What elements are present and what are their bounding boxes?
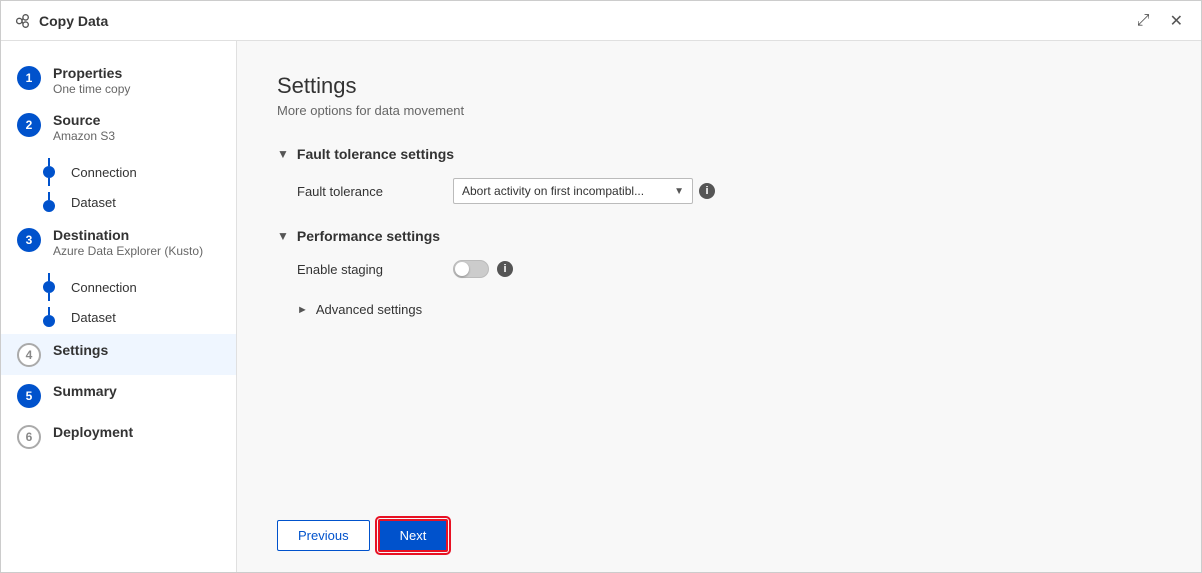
panel-footer: Previous Next bbox=[277, 503, 1161, 552]
step-2-label: Source bbox=[53, 112, 115, 128]
step-1-label: Properties bbox=[53, 65, 130, 81]
close-button[interactable]: ✕ bbox=[1164, 9, 1189, 33]
step-4-label: Settings bbox=[53, 342, 108, 358]
fault-tolerance-select-container: Abort activity on first incompatibl... ▼… bbox=[453, 178, 715, 204]
copy-data-window: Copy Data ⤢ ✕ 1 Properties One time copy… bbox=[0, 0, 1202, 573]
title-bar: Copy Data ⤢ ✕ bbox=[1, 1, 1201, 41]
source-connection-row[interactable]: Connection bbox=[37, 155, 236, 189]
fault-tolerance-select-value: Abort activity on first incompatibl... bbox=[462, 184, 668, 198]
next-button[interactable]: Next bbox=[378, 519, 449, 552]
step-circle-2: 2 bbox=[17, 113, 41, 137]
enable-staging-label: Enable staging bbox=[297, 262, 437, 277]
dest-dataset-label: Dataset bbox=[71, 310, 116, 325]
performance-collapse-icon[interactable]: ▼ bbox=[277, 229, 289, 243]
performance-section-title: Performance settings bbox=[297, 228, 440, 244]
previous-button[interactable]: Previous bbox=[277, 520, 370, 551]
title-bar-right: ⤢ ✕ bbox=[1131, 9, 1189, 33]
step-circle-5: 5 bbox=[17, 384, 41, 408]
sidebar-item-properties[interactable]: 1 Properties One time copy bbox=[1, 57, 236, 104]
sidebar: 1 Properties One time copy 2 Source Amaz… bbox=[1, 41, 237, 572]
fault-tolerance-dropdown-arrow: ▼ bbox=[674, 186, 684, 197]
sidebar-item-deployment[interactable]: 6 Deployment bbox=[1, 416, 236, 457]
fault-tolerance-section-header: ▼ Fault tolerance settings bbox=[277, 146, 1161, 162]
main-panel: Settings More options for data movement … bbox=[237, 41, 1201, 572]
toggle-knob bbox=[455, 262, 469, 276]
dest-dataset-row[interactable]: Dataset bbox=[37, 304, 236, 330]
title-bar-left: Copy Data bbox=[13, 12, 108, 30]
enable-staging-row: Enable staging i bbox=[277, 260, 1161, 278]
dest-connection-row[interactable]: Connection bbox=[37, 270, 236, 304]
sidebar-item-settings[interactable]: 4 Settings bbox=[1, 334, 236, 375]
enable-staging-toggle[interactable] bbox=[453, 260, 489, 278]
fault-tolerance-info-icon[interactable]: i bbox=[699, 183, 715, 199]
panel-title: Settings bbox=[277, 73, 1161, 99]
window-title: Copy Data bbox=[39, 13, 108, 29]
step-circle-6: 6 bbox=[17, 425, 41, 449]
step-5-label: Summary bbox=[53, 383, 117, 399]
minimize-button[interactable]: ⤢ bbox=[1131, 10, 1156, 32]
source-sub-items: Connection Dataset bbox=[1, 155, 236, 215]
step-circle-4: 4 bbox=[17, 343, 41, 367]
step-6-label: Deployment bbox=[53, 424, 133, 440]
dest-connection-label: Connection bbox=[71, 280, 137, 295]
sidebar-item-summary[interactable]: 5 Summary bbox=[1, 375, 236, 416]
advanced-settings-row[interactable]: ► Advanced settings bbox=[277, 302, 1161, 317]
source-connection-label: Connection bbox=[71, 165, 137, 180]
copy-data-icon bbox=[13, 12, 31, 30]
fault-tolerance-collapse-icon[interactable]: ▼ bbox=[277, 147, 289, 161]
enable-staging-info-icon[interactable]: i bbox=[497, 261, 513, 277]
step-1-sub: One time copy bbox=[53, 82, 130, 96]
step-circle-3: 3 bbox=[17, 228, 41, 252]
performance-section-header: ▼ Performance settings bbox=[277, 228, 1161, 244]
advanced-settings-label: Advanced settings bbox=[316, 302, 422, 317]
fault-tolerance-row: Fault tolerance Abort activity on first … bbox=[277, 178, 1161, 204]
advanced-settings-chevron-icon: ► bbox=[297, 304, 308, 316]
step-3-sub: Azure Data Explorer (Kusto) bbox=[53, 244, 203, 258]
step-circle-1: 1 bbox=[17, 66, 41, 90]
fault-tolerance-label: Fault tolerance bbox=[297, 184, 437, 199]
fault-tolerance-section-title: Fault tolerance settings bbox=[297, 146, 454, 162]
main-content: 1 Properties One time copy 2 Source Amaz… bbox=[1, 41, 1201, 572]
step-2-sub: Amazon S3 bbox=[53, 129, 115, 143]
step-3-label: Destination bbox=[53, 227, 203, 243]
fault-tolerance-select[interactable]: Abort activity on first incompatibl... ▼ bbox=[453, 178, 693, 204]
sidebar-item-source[interactable]: 2 Source Amazon S3 bbox=[1, 104, 236, 151]
destination-sub-items: Connection Dataset bbox=[1, 270, 236, 330]
source-dataset-row[interactable]: Dataset bbox=[37, 189, 236, 215]
source-dataset-label: Dataset bbox=[71, 195, 116, 210]
enable-staging-toggle-container: i bbox=[453, 260, 513, 278]
sidebar-item-destination[interactable]: 3 Destination Azure Data Explorer (Kusto… bbox=[1, 219, 236, 266]
panel-subtitle: More options for data movement bbox=[277, 103, 1161, 118]
